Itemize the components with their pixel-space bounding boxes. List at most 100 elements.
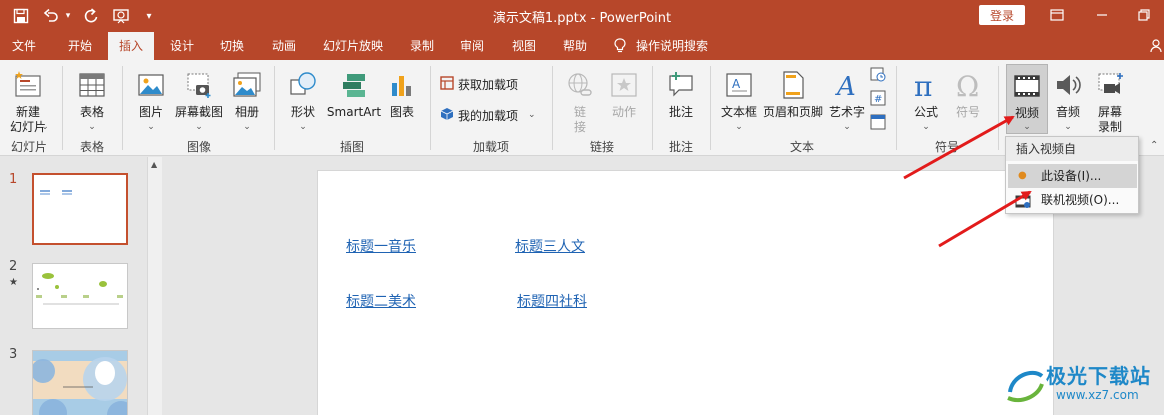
- undo-icon[interactable]: [40, 5, 62, 27]
- slide-thumbnail-3[interactable]: [32, 350, 128, 415]
- tab-file[interactable]: 文件: [4, 32, 44, 60]
- slide-thumbnail-pane: 1 2 ★ 3: [0, 157, 164, 415]
- new-slide-icon: [13, 70, 43, 103]
- group-illustrations-label: 插图: [339, 140, 364, 154]
- date-time-icon[interactable]: [870, 66, 886, 86]
- my-addins-button[interactable]: 我的加载项 ⌄: [440, 104, 536, 126]
- slide-number-2: 2: [9, 259, 18, 274]
- link-button[interactable]: 链 接: [558, 64, 602, 136]
- ribbon-tab-bar: 文件 开始 插入 设计 切换 动画 幻灯片放映 录制 审阅 视图 帮助 操作说明…: [0, 32, 1164, 60]
- my-addins-chevron-icon: ⌄: [528, 110, 536, 120]
- thumbnail-scrollbar[interactable]: ▲: [147, 157, 162, 415]
- undo-dropdown-icon[interactable]: ▾: [62, 5, 74, 27]
- photo-album-icon: [232, 70, 262, 103]
- get-addins-button[interactable]: 获取加载项: [440, 73, 518, 95]
- shapes-chevron-icon: ⌄: [299, 122, 307, 132]
- screen-recording-button[interactable]: 屏幕 录制: [1088, 64, 1132, 136]
- current-slide[interactable]: 标题一音乐 标题三人文 标题二美术 标题四社科: [317, 170, 1054, 415]
- share-icon[interactable]: [1148, 32, 1164, 60]
- watermark: 极光下载站 www.xz7.com: [1000, 356, 1164, 415]
- photo-album-button[interactable]: 相册 ⌄: [226, 64, 268, 136]
- tab-help[interactable]: 帮助: [553, 32, 597, 60]
- picture-button[interactable]: 图片 ⌄: [128, 64, 174, 136]
- tab-view[interactable]: 视图: [502, 32, 546, 60]
- slide-link-3[interactable]: 标题二美术: [346, 291, 416, 311]
- wordart-icon: A: [832, 70, 862, 103]
- tab-transitions[interactable]: 切换: [210, 32, 254, 60]
- omega-icon: Ω: [953, 70, 983, 103]
- chart-button[interactable]: 图表: [382, 64, 422, 136]
- video-button[interactable]: 视频 ⌄: [1006, 64, 1048, 134]
- menu-item-online-video[interactable]: 联机视频(O)...: [1008, 188, 1137, 212]
- table-icon: [77, 70, 107, 103]
- slide-link-1[interactable]: 标题一音乐: [346, 236, 416, 256]
- customize-icon[interactable]: ▾: [142, 5, 156, 27]
- shapes-button[interactable]: 形状 ⌄: [280, 64, 326, 136]
- tab-review[interactable]: 审阅: [450, 32, 494, 60]
- group-text-label: 文本: [789, 140, 814, 154]
- minimize-icon[interactable]: [1088, 4, 1116, 26]
- tab-home[interactable]: 开始: [58, 32, 102, 60]
- slide-number-icon[interactable]: #: [870, 90, 886, 110]
- table-button[interactable]: 表格 ⌄: [68, 64, 116, 136]
- smartart-button[interactable]: SmartArt: [326, 64, 382, 136]
- restore-icon[interactable]: [1130, 4, 1158, 26]
- symbol-button[interactable]: Ω 符号: [946, 64, 990, 136]
- svg-text:A: A: [835, 72, 856, 100]
- ribbon-display-options-icon[interactable]: [1043, 4, 1071, 26]
- album-chevron-icon: ⌄: [243, 122, 251, 132]
- scroll-up-arrow-icon[interactable]: ▲: [151, 160, 157, 169]
- textbox-button[interactable]: A 文本框 ⌄: [716, 64, 762, 136]
- svg-text:π: π: [914, 70, 932, 100]
- wordart-button[interactable]: A 艺术字 ⌄: [826, 64, 868, 136]
- new-slide-button[interactable]: 新建 幻灯片 ⌄: [2, 64, 54, 136]
- redo-icon[interactable]: [80, 5, 102, 27]
- slide-link-4[interactable]: 标题四社科: [517, 291, 587, 311]
- slide-thumbnail-2[interactable]: [32, 263, 128, 329]
- audio-button[interactable]: 音频 ⌄: [1048, 64, 1088, 136]
- collapse-ribbon-icon[interactable]: ⌃: [1150, 140, 1158, 151]
- slideshow-from-start-icon[interactable]: [108, 5, 134, 27]
- screenshot-button[interactable]: 屏幕截图 ⌄: [172, 64, 226, 136]
- smartart-icon: [339, 70, 369, 103]
- tab-insert[interactable]: 插入: [108, 32, 154, 60]
- group-symbols-label: 符号: [934, 140, 959, 154]
- shapes-icon: [288, 70, 318, 103]
- slide-1-preview: [40, 190, 72, 195]
- pi-icon: π: [911, 70, 941, 103]
- equation-button[interactable]: π 公式 ⌄: [904, 64, 948, 136]
- slide-thumbnail-1[interactable]: [32, 173, 128, 245]
- wordart-chevron-icon: ⌄: [843, 122, 851, 132]
- new-slide-chevron-icon: ⌄: [41, 122, 49, 132]
- save-icon[interactable]: [8, 5, 34, 27]
- action-button[interactable]: 动作: [602, 64, 646, 136]
- header-footer-button[interactable]: 页眉和页脚: [760, 64, 826, 136]
- addins-cube-icon: [440, 107, 458, 124]
- tab-record[interactable]: 录制: [400, 32, 444, 60]
- video-chevron-icon: ⌄: [1023, 122, 1031, 132]
- header-footer-icon: [778, 70, 808, 103]
- chart-icon: [387, 70, 417, 103]
- tab-slideshow[interactable]: 幻灯片放映: [316, 32, 390, 60]
- login-button[interactable]: 登录: [979, 5, 1025, 25]
- slide-3-preview: [33, 351, 127, 415]
- picture-icon: [136, 70, 166, 103]
- comment-button[interactable]: 批注: [658, 64, 704, 136]
- tell-me-search[interactable]: 操作说明搜索: [636, 32, 726, 60]
- tab-design[interactable]: 设计: [160, 32, 204, 60]
- slide-link-2[interactable]: 标题三人文: [515, 236, 585, 256]
- textbox-icon: A: [724, 70, 754, 103]
- group-slides-label: 幻灯片: [10, 140, 47, 154]
- group-comments-label: 批注: [668, 140, 693, 154]
- svg-text:#: #: [874, 94, 882, 105]
- textbox-chevron-icon: ⌄: [735, 122, 743, 132]
- animation-star-icon: ★: [9, 277, 18, 288]
- speaker-icon: [1053, 70, 1083, 103]
- this-device-icon: ●: [1018, 170, 1027, 181]
- lightbulb-icon: [612, 32, 628, 60]
- object-icon[interactable]: [870, 114, 886, 134]
- picture-chevron-icon: ⌄: [147, 122, 155, 132]
- store-icon: [440, 75, 458, 93]
- tab-animations[interactable]: 动画: [262, 32, 306, 60]
- menu-item-this-device[interactable]: ● 此设备(I)...: [1008, 164, 1137, 188]
